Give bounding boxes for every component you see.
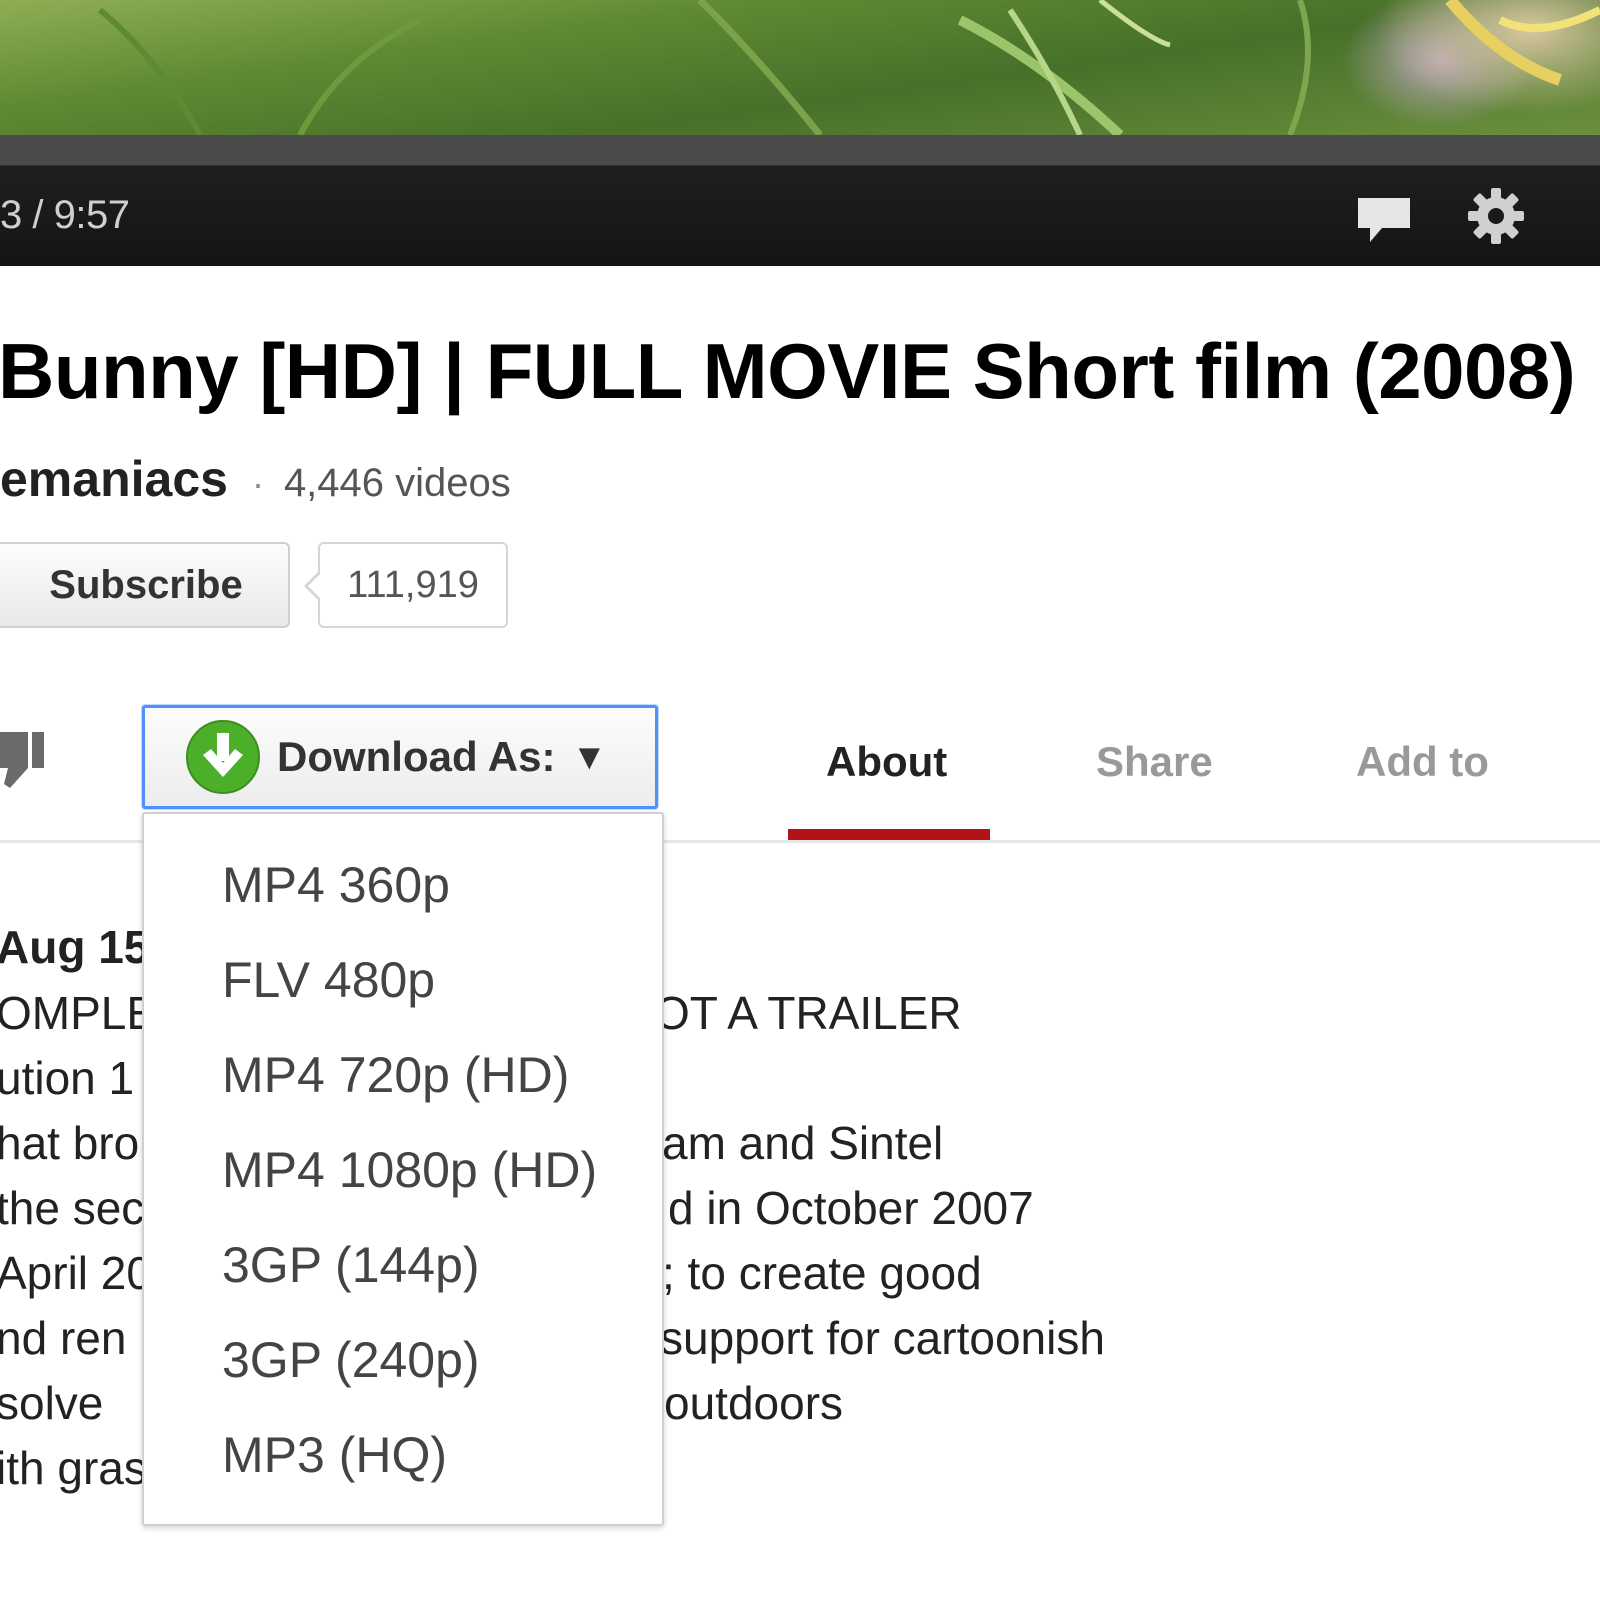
tab-about[interactable]: About bbox=[826, 738, 947, 786]
tab-share[interactable]: Share bbox=[1096, 738, 1213, 786]
description-fragment: nd ren bbox=[0, 1312, 127, 1364]
grass-scene bbox=[98, 0, 1600, 135]
youtube-watch-page: 3 / 9:57 Bunny [HD] | FULL MOVIE Short f… bbox=[0, 0, 1600, 1600]
description-fragment: ; to create good bbox=[662, 1247, 982, 1299]
description-fragment: the sec bbox=[0, 1182, 145, 1234]
subscribe-button[interactable]: Subscribe bbox=[0, 542, 290, 628]
description-fragment: hat bro bbox=[0, 1117, 140, 1169]
description-fragment: solve bbox=[0, 1377, 104, 1429]
description-fragment: am and Sintel bbox=[662, 1117, 944, 1169]
progress-bar[interactable] bbox=[0, 135, 1600, 166]
caret-down-icon: ▼ bbox=[571, 736, 608, 777]
video-frame[interactable] bbox=[0, 0, 1600, 135]
video-count-link[interactable]: 4,446 videos bbox=[284, 461, 511, 506]
channel-name-link[interactable]: emaniacs bbox=[0, 450, 228, 508]
description-fragment: d in October 2007 bbox=[668, 1182, 1034, 1234]
description-fragment: ution 1 bbox=[0, 1052, 135, 1104]
tab-add-to[interactable]: Add to bbox=[1356, 738, 1489, 786]
download-as-label: Download As: bbox=[277, 733, 556, 780]
menu-item-mp4-720p[interactable]: MP4 720p (HD) bbox=[222, 1046, 569, 1104]
time-display: 3 / 9:57 bbox=[0, 193, 130, 237]
menu-item-3gp-240p[interactable]: 3GP (240p) bbox=[222, 1331, 480, 1389]
menu-item-mp3-hq[interactable]: MP3 (HQ) bbox=[222, 1426, 447, 1484]
gear-icon[interactable] bbox=[1466, 186, 1526, 251]
description-fragment: ith gras bbox=[0, 1442, 147, 1494]
download-arrow-icon bbox=[185, 719, 261, 795]
description-fragment: support for cartoonish bbox=[660, 1312, 1105, 1364]
separator-dot: · bbox=[251, 463, 264, 504]
description-fragment: OMPLE bbox=[0, 987, 158, 1039]
upload-date: Aug 15 bbox=[0, 921, 150, 973]
menu-item-mp4-1080p[interactable]: MP4 1080p (HD) bbox=[222, 1141, 597, 1199]
subscriber-count: 111,919 bbox=[304, 542, 508, 628]
video-title: Bunny [HD] | FULL MOVIE Short film (2008… bbox=[0, 327, 1576, 415]
captions-icon[interactable] bbox=[1356, 196, 1412, 249]
download-as-button[interactable]: Download As: ▼ bbox=[142, 705, 658, 809]
menu-item-flv-480p[interactable]: FLV 480p bbox=[222, 951, 435, 1009]
menu-item-mp4-360p[interactable]: MP4 360p bbox=[222, 856, 450, 914]
active-tab-indicator bbox=[788, 829, 990, 840]
owner-line: emaniacs · 4,446 videos bbox=[0, 450, 511, 508]
description-fragment: OT A TRAILER bbox=[654, 987, 962, 1039]
menu-item-3gp-144p[interactable]: 3GP (144p) bbox=[222, 1236, 480, 1294]
description-fragment: April 20 bbox=[0, 1247, 152, 1299]
description-fragment: outdoors bbox=[664, 1377, 844, 1429]
dislike-icon[interactable] bbox=[0, 728, 48, 795]
download-format-menu: MP4 360p FLV 480p MP4 720p (HD) MP4 1080… bbox=[142, 812, 664, 1526]
